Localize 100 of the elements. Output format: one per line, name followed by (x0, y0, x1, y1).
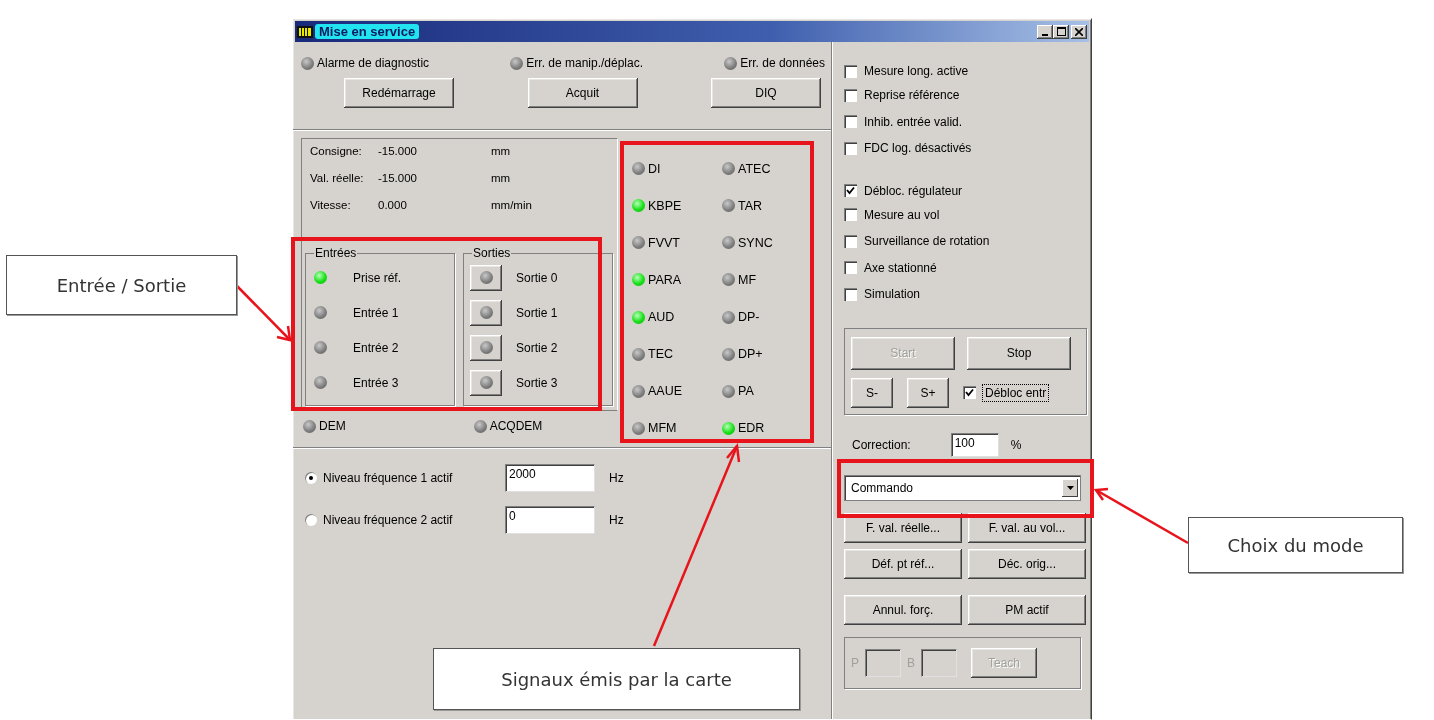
close-button[interactable] (1071, 24, 1087, 39)
arrow (236, 285, 292, 342)
alarm-label: Alarme de diagnostic (317, 56, 430, 70)
callout-label: Choix du mode (1188, 517, 1403, 573)
checkbox[interactable] (844, 115, 857, 129)
input-label: Entrée 2 (353, 340, 399, 355)
checkbox-label: Débloc. régulateur (864, 183, 963, 198)
dropdown-arrow-icon (1066, 485, 1074, 490)
app-icon (297, 25, 313, 38)
checkbox[interactable] (963, 386, 976, 399)
output-label: Sortie 0 (516, 270, 558, 285)
readout-value: -15.000 (378, 172, 418, 184)
jog-minus-button[interactable]: S- (851, 377, 893, 408)
alarm-label: Err. de données (740, 56, 825, 70)
command-button[interactable]: Acquit (527, 78, 638, 108)
minimize-icon (1042, 33, 1048, 36)
output-label: Sortie 1 (516, 305, 558, 320)
input-label: Entrée 1 (353, 305, 399, 320)
readout-label: Vitesse: (310, 199, 352, 211)
signal-label: TEC (648, 347, 673, 362)
maximize-button[interactable] (1053, 24, 1069, 39)
callout-label: Signaux émis par la carte (433, 648, 800, 710)
status-label: ACQDEM (489, 419, 543, 433)
radio-label: Niveau fréquence 2 actif (323, 513, 454, 527)
stop-button[interactable]: Stop (967, 336, 1071, 370)
radio-label: Niveau fréquence 1 actif (323, 471, 454, 485)
output-toggle-button[interactable] (470, 264, 502, 291)
frequency-field[interactable]: 0 (505, 506, 595, 534)
checkbox-label: Débloc entr (982, 383, 1050, 402)
jog-plus-button[interactable]: S+ (907, 377, 949, 408)
maximize-icon (1056, 27, 1066, 36)
signal-label: KBPE (648, 198, 682, 213)
action-button[interactable]: Déf. pt réf... (844, 548, 962, 579)
signal-label: MFM (648, 421, 677, 436)
status-label: DEM (319, 419, 346, 433)
checkbox[interactable] (844, 208, 857, 222)
readout-label: Consigne: (310, 145, 363, 157)
readout-unit: mm/min (491, 199, 532, 211)
signal-label: ATEC (738, 161, 771, 176)
signal-label: DI (648, 161, 661, 176)
command-button[interactable]: DIQ (711, 78, 821, 108)
signal-label: SYNC (738, 235, 773, 250)
window-title: Mise en service (315, 24, 420, 39)
checkbox-label: Simulation (864, 287, 921, 302)
signal-label: AAUE (648, 384, 683, 399)
checkbox-label: FDC log. désactivés (864, 141, 972, 156)
b-field[interactable] (921, 648, 958, 677)
checkbox[interactable] (844, 184, 857, 197)
frequency-field[interactable]: 2000 (505, 464, 595, 492)
checkbox-label: Reprise référence (864, 88, 960, 103)
group-title: Entrées (314, 246, 358, 260)
p-field[interactable] (865, 648, 901, 677)
output-label: Sortie 3 (516, 375, 558, 390)
checkbox[interactable] (844, 234, 857, 248)
checkbox[interactable] (844, 88, 857, 102)
signal-label: DP+ (738, 347, 763, 362)
command-button[interactable]: Redémarrage (344, 78, 454, 108)
action-button[interactable]: Déc. orig... (968, 548, 1086, 579)
input-label: Prise réf. (353, 270, 401, 285)
checkbox-label: Axe stationné (864, 260, 937, 275)
output-label: Sortie 2 (516, 340, 558, 355)
callout-label: Entrée / Sortie (6, 255, 237, 315)
minimize-button[interactable] (1037, 24, 1053, 39)
action-button[interactable]: PM actif (968, 594, 1086, 625)
unit-label: % (1010, 437, 1022, 452)
checkbox[interactable] (844, 141, 857, 155)
correction-field[interactable]: 100 (950, 432, 999, 457)
checkbox[interactable] (844, 287, 857, 301)
signal-label: TAR (738, 198, 763, 213)
mode-dropdown[interactable]: Commando (844, 474, 1081, 501)
readout-unit: mm (491, 172, 511, 184)
signal-label: AUD (648, 310, 675, 324)
checkbox-label: Mesure long. active (864, 64, 969, 78)
checkbox-label: Surveillance de rotation (864, 234, 990, 249)
unit-label: Hz (609, 513, 624, 527)
readout-unit: mm (491, 145, 511, 157)
readout-value: -15.000 (378, 145, 418, 157)
checkbox[interactable] (844, 261, 857, 275)
signal-label: DP- (738, 310, 760, 324)
output-toggle-button[interactable] (470, 299, 502, 326)
signal-label: MF (738, 272, 757, 287)
readout-label: Val. réelle: (310, 172, 365, 184)
checkbox-label: Mesure au vol (864, 207, 940, 222)
checkbox-label: Inhib. entrée valid. (864, 114, 963, 129)
output-toggle-button[interactable] (470, 369, 502, 396)
radio-button[interactable] (305, 472, 317, 484)
action-button[interactable]: Annul. forç. (844, 594, 962, 625)
alarm-label: Err. de manip./déplac. (526, 56, 644, 70)
signal-label: PARA (648, 272, 682, 287)
input-label: Entrée 3 (353, 375, 399, 390)
signal-label: FVVT (648, 235, 680, 250)
readout-value: 0.000 (378, 199, 408, 211)
unit-label: Hz (609, 471, 624, 485)
group-title: Sorties (472, 246, 512, 260)
correction-label: Correction: (852, 437, 911, 452)
radio-button[interactable] (305, 514, 317, 526)
output-toggle-button[interactable] (470, 334, 502, 361)
signal-label: EDR (738, 421, 765, 436)
signal-label: PA (738, 384, 754, 399)
checkbox[interactable] (844, 64, 857, 78)
